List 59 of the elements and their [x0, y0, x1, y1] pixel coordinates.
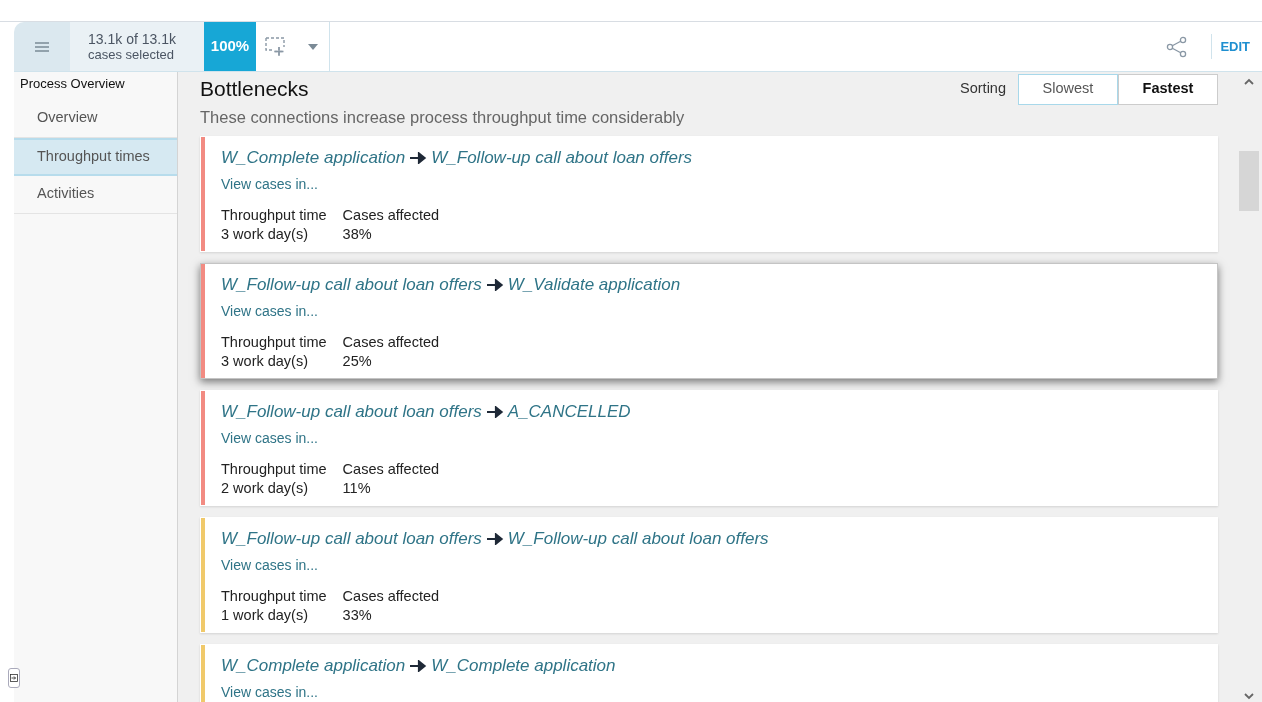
page-title: Bottlenecks — [200, 76, 309, 103]
menu-button[interactable] — [14, 22, 70, 71]
sort-option[interactable]: Fastest — [1118, 73, 1218, 105]
connection-target[interactable]: W_Validate application — [507, 271, 681, 298]
panel-enter-icon — [10, 674, 18, 682]
stat-label: Cases affected — [342, 587, 440, 607]
sidebar-item[interactable]: Activities — [14, 175, 177, 214]
view-cases-link[interactable]: View cases in... — [221, 303, 318, 320]
stat-value: 2 work day(s) — [221, 479, 310, 499]
connection-source[interactable]: W_Follow-up call about loan offers — [221, 398, 482, 425]
selection-count: 13.1k of 13.1k — [88, 31, 177, 47]
stat-value: 38% — [342, 225, 373, 245]
arrow-icon — [409, 151, 428, 164]
arrow-icon — [485, 532, 504, 545]
arrow-icon — [485, 405, 504, 418]
stat-value: 11% — [342, 479, 372, 499]
sidebar-item[interactable]: Overview — [14, 99, 177, 138]
stat-value: 25% — [342, 352, 373, 372]
connection-source[interactable]: W_Complete application — [221, 144, 406, 171]
stat-label: Throughput time — [221, 587, 327, 607]
connection-target[interactable]: W_Complete application — [431, 652, 616, 679]
connection-source[interactable]: W_Follow-up call about loan offers — [221, 271, 482, 298]
stat-label: Throughput time — [221, 333, 327, 353]
connection-target[interactable]: W_Follow-up call about loan offers — [507, 525, 769, 552]
scroll-thumb[interactable] — [1238, 151, 1259, 211]
view-cases-link[interactable]: View cases in... — [221, 557, 318, 574]
expand-panel-button[interactable] — [8, 668, 20, 688]
view-cases-link[interactable]: View cases in... — [221, 684, 318, 701]
sidebar-item[interactable]: Throughput times — [14, 137, 177, 176]
sidebar-heading: Process Overview — [19, 75, 126, 93]
arrow-icon — [485, 278, 504, 291]
connection-target[interactable]: A_CANCELLED — [507, 398, 631, 425]
stat-value: 33% — [342, 606, 373, 626]
scroll-down-icon[interactable] — [1243, 693, 1254, 700]
stat-value: 3 work day(s) — [221, 352, 310, 372]
selection-add-icon — [265, 36, 287, 57]
stat-label: Cases affected — [342, 206, 440, 226]
percentage-badge: 100% — [204, 22, 256, 71]
scroll-up-icon[interactable] — [1243, 78, 1254, 85]
sort-option[interactable]: Slowest — [1018, 73, 1118, 105]
stat-label: Throughput time — [221, 206, 327, 226]
arrow-icon — [409, 659, 428, 672]
share-icon — [1166, 35, 1189, 58]
view-cases-link[interactable]: View cases in... — [221, 176, 318, 193]
sorting-label: Sorting — [960, 79, 1006, 99]
connection-source[interactable]: W_Follow-up call about loan offers — [221, 525, 482, 552]
connection-target[interactable]: W_Follow-up call about loan offers — [431, 144, 693, 171]
menu-icon — [35, 41, 49, 52]
caret-icon — [307, 43, 318, 50]
page-subtitle: These connections increase process throughput time considerably — [200, 107, 686, 128]
connection-source[interactable]: W_Complete application — [221, 652, 406, 679]
stat-label: Cases affected — [342, 460, 440, 480]
selection-label: cases selected — [88, 46, 175, 62]
stat-value: 3 work day(s) — [221, 225, 310, 245]
stat-value: 1 work day(s) — [221, 606, 310, 626]
stat-label: Cases affected — [342, 333, 440, 353]
stat-label: Throughput time — [221, 460, 327, 480]
edit-button[interactable]: EDIT — [1212, 22, 1258, 71]
view-cases-link[interactable]: View cases in... — [221, 430, 318, 447]
